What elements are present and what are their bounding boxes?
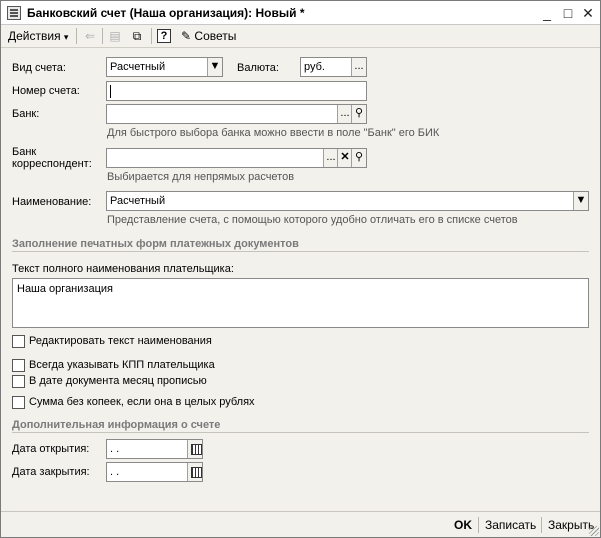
actions-label: Действия <box>8 29 61 43</box>
open-date-input[interactable]: . . <box>106 439 203 459</box>
month-words-checkbox-label[interactable]: В дате документа месяц прописью <box>29 375 207 387</box>
window-title: Банковский счет (Наша организация): Новы… <box>27 6 305 20</box>
corr-bank-field[interactable]: ... ✕ ⚲ <box>106 148 367 168</box>
button-separator <box>541 517 542 533</box>
section-print-title: Заполнение печатных форм платежных докум… <box>12 238 299 250</box>
calendar-icon[interactable] <box>187 463 202 481</box>
open-date-value: . . <box>110 443 120 455</box>
bank-hint: Для быстрого выбора банка можно ввести в… <box>107 127 440 139</box>
text-caret <box>110 85 111 98</box>
bank-account-window: Банковский счет (Наша организация): Новы… <box>0 0 601 538</box>
ellipsis-icon[interactable]: ... <box>323 149 338 167</box>
edit-name-checkbox-label[interactable]: Редактировать текст наименования <box>29 335 212 347</box>
resize-grip-icon[interactable] <box>589 526 599 536</box>
month-words-checkbox[interactable] <box>12 375 25 388</box>
form-icon <box>7 6 21 20</box>
payer-full-name-label: Текст полного наименования плательщика: <box>12 263 234 275</box>
section-extra-title: Дополнительная информация о счете <box>12 419 221 431</box>
book-icon: ✎ <box>181 29 192 43</box>
corr-bank-hint: Выбирается для непрямых расчетов <box>107 171 295 183</box>
calendar-icon[interactable] <box>187 440 202 458</box>
toolbar-separator <box>151 28 152 44</box>
close-button[interactable]: Закрыть <box>548 516 594 534</box>
currency-label: Валюта: <box>237 62 279 74</box>
chevron-down-icon: ▾ <box>63 32 69 42</box>
section-divider <box>12 432 589 433</box>
payer-full-name-textarea[interactable]: Наша организация <box>12 278 589 328</box>
no-kopecks-checkbox[interactable] <box>12 396 25 409</box>
account-number-input[interactable] <box>106 81 367 101</box>
search-icon[interactable]: ⚲ <box>351 149 366 167</box>
save-button[interactable]: Записать <box>485 516 536 534</box>
toolbar-separator <box>102 28 103 44</box>
account-type-value: Расчетный <box>110 61 166 73</box>
close-date-label: Дата закрытия: <box>12 466 90 478</box>
ellipsis-icon[interactable]: ... <box>337 105 352 123</box>
ellipsis-icon[interactable]: ... <box>351 58 366 76</box>
close-window-button[interactable]: ✕ <box>580 5 596 21</box>
name-hint: Представление счета, с помощью которого … <box>107 214 518 226</box>
chevron-down-icon[interactable]: ▼ <box>207 58 222 76</box>
toolbar-separator <box>76 28 77 44</box>
tips-label: Советы <box>194 29 237 43</box>
edit-name-checkbox[interactable] <box>12 335 25 348</box>
tips-button[interactable]: ✎ Советы <box>181 27 236 45</box>
account-type-label: Вид счета: <box>12 62 66 74</box>
minimize-button[interactable]: _ <box>539 5 555 21</box>
account-type-select[interactable]: Расчетный ▼ <box>106 57 223 77</box>
kpp-checkbox[interactable] <box>12 359 25 372</box>
bank-field[interactable]: ... ⚲ <box>106 104 367 124</box>
help-icon: ? <box>157 29 171 43</box>
corr-bank-label-line1: Банк <box>12 146 37 158</box>
open-date-label: Дата открытия: <box>12 443 90 455</box>
payer-full-name-value: Наша организация <box>17 283 113 295</box>
maximize-button[interactable]: □ <box>560 5 576 21</box>
currency-value: руб. <box>304 61 325 73</box>
currency-field[interactable]: руб. ... <box>300 57 367 77</box>
name-label: Наименование: <box>12 196 92 208</box>
account-number-label: Номер счета: <box>12 85 80 97</box>
ok-button[interactable]: OK <box>454 516 472 534</box>
close-date-value: . . <box>110 466 120 478</box>
bank-label: Банк: <box>12 108 40 120</box>
clear-icon[interactable]: ✕ <box>337 149 352 167</box>
search-icon[interactable]: ⚲ <box>351 105 366 123</box>
actions-menu-button[interactable]: Действия ▾ <box>8 27 68 45</box>
close-date-input[interactable]: . . <box>106 462 203 482</box>
section-divider <box>12 251 589 252</box>
title-bar: Банковский счет (Наша организация): Новы… <box>1 1 600 25</box>
chevron-down-icon[interactable]: ▼ <box>573 192 588 210</box>
toolbar: Действия ▾ ⇐ ▤ ⧉ ? ✎ Советы <box>1 25 600 48</box>
help-button[interactable]: ? <box>155 28 173 45</box>
arrow-left-icon[interactable]: ⇐ <box>81 28 99 45</box>
name-select[interactable]: Расчетный ▼ <box>106 191 589 211</box>
name-value: Расчетный <box>110 195 166 207</box>
corr-bank-label-line2: корреспондент: <box>12 158 92 170</box>
filter-icon[interactable]: ▤ <box>106 28 124 45</box>
no-kopecks-checkbox-label[interactable]: Сумма без копеек, если она в целых рубля… <box>29 396 255 408</box>
kpp-checkbox-label[interactable]: Всегда указывать КПП плательщика <box>29 359 215 371</box>
copy-icon[interactable]: ⧉ <box>128 28 146 45</box>
bottom-bar: OK Записать Закрыть <box>1 511 600 537</box>
button-separator <box>478 517 479 533</box>
